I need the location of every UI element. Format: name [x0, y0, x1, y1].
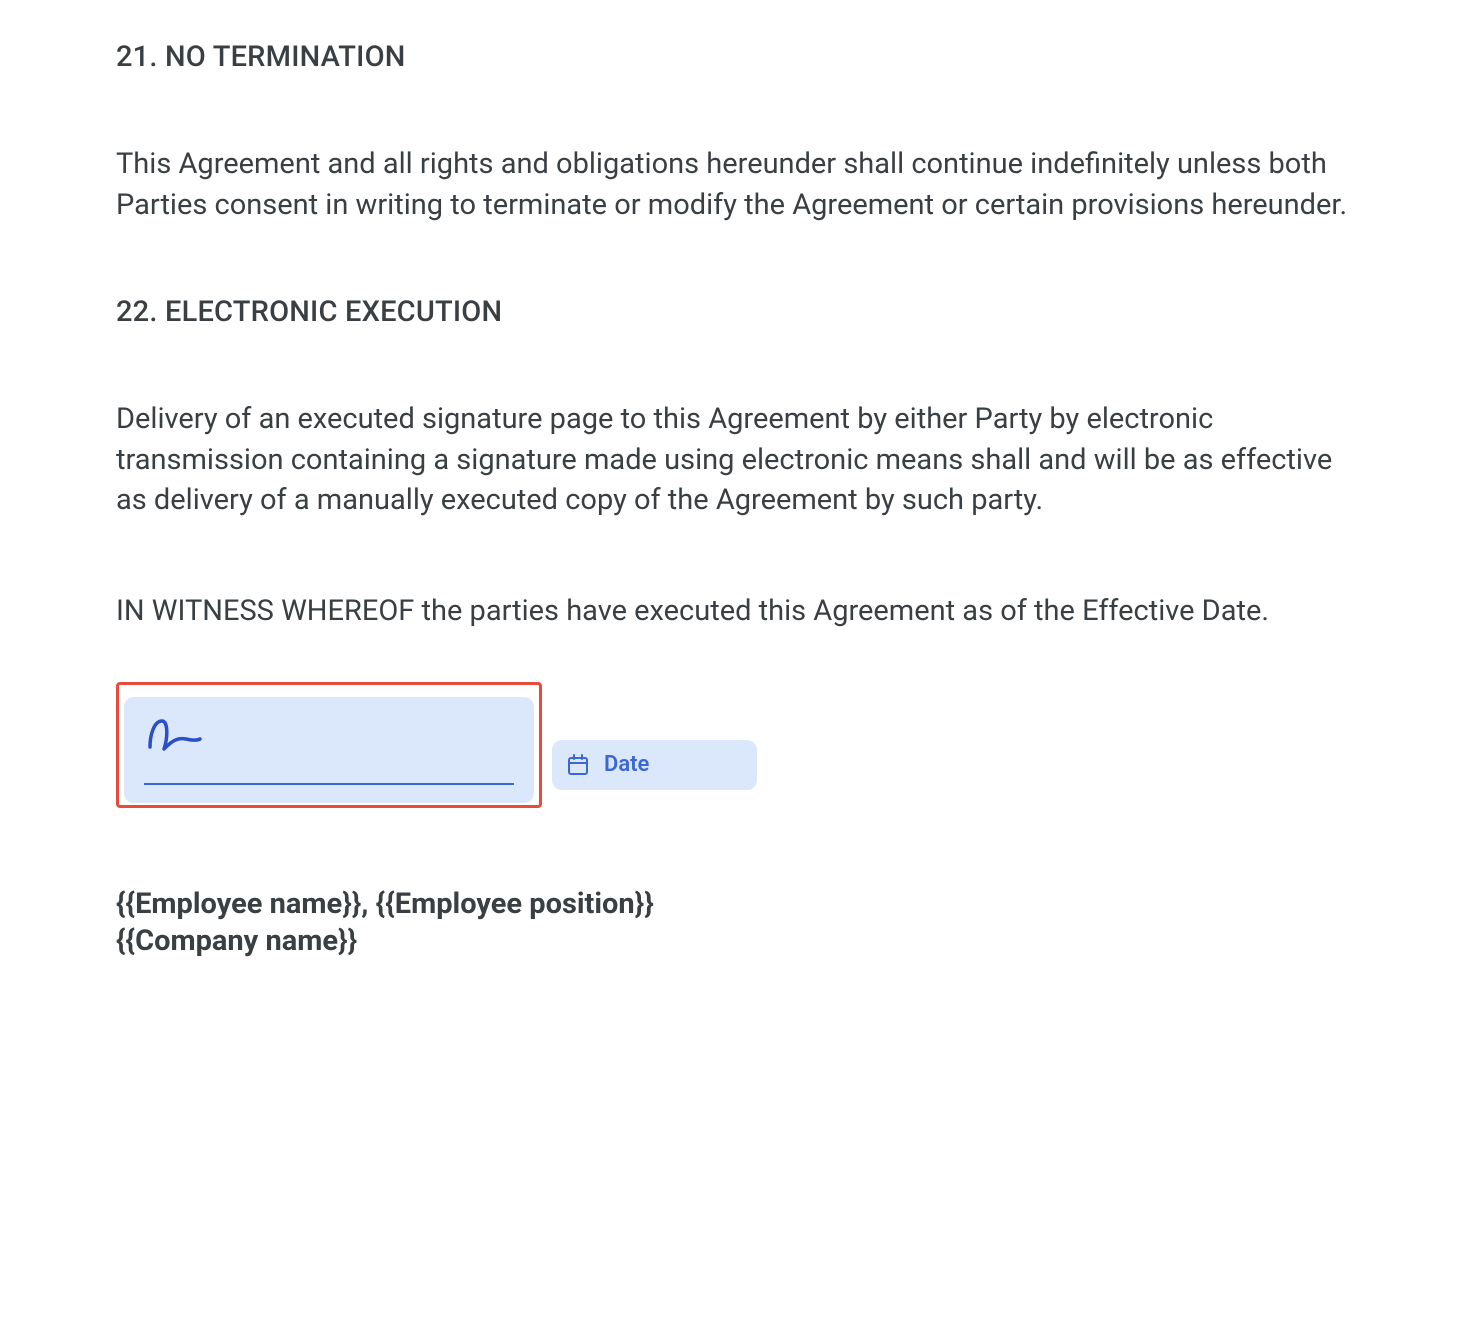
signature-row: Date: [116, 682, 1354, 808]
section-21-heading: 21. NO TERMINATION: [116, 40, 1354, 74]
signer-block: {{Employee name}}, {{Employee position}}…: [116, 886, 1354, 961]
section-22-heading: 22. ELECTRONIC EXECUTION: [116, 295, 1354, 329]
signature-field[interactable]: [124, 697, 534, 803]
signer-line-2: {{Company name}}: [116, 923, 1354, 961]
signature-line: [144, 783, 514, 785]
section-21-body: This Agreement and all rights and obliga…: [116, 144, 1354, 225]
date-label: Date: [604, 752, 649, 777]
signature-field-highlight: [116, 682, 542, 808]
calendar-icon: [566, 753, 590, 777]
witness-clause: IN WITNESS WHEREOF the parties have exec…: [116, 591, 1354, 632]
section-22-body: Delivery of an executed signature page t…: [116, 399, 1354, 521]
signer-line-1: {{Employee name}}, {{Employee position}}: [116, 886, 1354, 924]
signature-scribble-icon: [146, 715, 202, 759]
date-field[interactable]: Date: [552, 740, 757, 790]
